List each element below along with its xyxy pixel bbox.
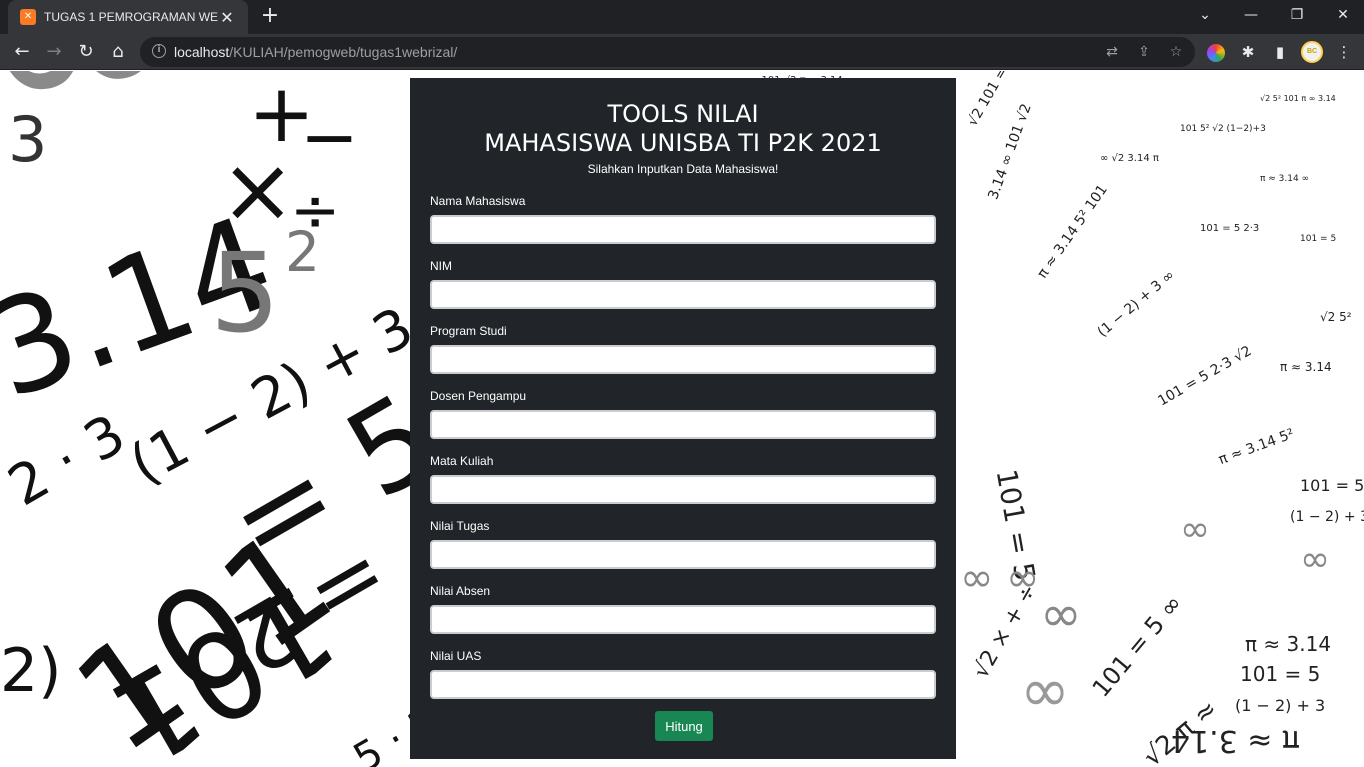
svg-text:101 5² √2 (1−2)+3: 101 5² √2 (1−2)+3 — [1180, 123, 1266, 134]
svg-text:2): 2) — [0, 636, 62, 706]
svg-text:∞: ∞ — [1300, 539, 1330, 580]
minimize-button[interactable]: — — [1228, 4, 1274, 30]
dosen-pengampu-input[interactable] — [430, 410, 936, 439]
nama-mahasiswa-label: Nama Mahasiswa — [430, 194, 526, 208]
translate-icon[interactable]: ⇄ — [1102, 42, 1122, 62]
nilai-uas-label: Nilai UAS — [430, 649, 482, 663]
nilai-absen-input[interactable] — [430, 605, 936, 634]
nilai-absen-label: Nilai Absen — [430, 584, 491, 598]
svg-text:∞ √2 3.14 π: ∞ √2 3.14 π — [1100, 153, 1159, 164]
nilai-uas-input[interactable] — [430, 670, 936, 699]
svg-text:∞: ∞ — [0, 71, 200, 184]
nilai-tugas-input[interactable] — [430, 540, 936, 569]
svg-text:√2 5² 101 π ∞ 3.14: √2 5² 101 π ∞ 3.14 — [1260, 94, 1336, 103]
extensions-puzzle-icon[interactable]: ✱ — [1238, 42, 1258, 62]
back-button[interactable]: ← — [10, 40, 34, 64]
svg-text:101 = 5 ∞: 101 = 5 ∞ — [1087, 589, 1188, 702]
dosen-pengampu-label: Dosen Pengampu — [430, 389, 527, 403]
browser-toolbar: ← → ↻ ⌂ i localhost/KULIAH/pemogweb/tuga… — [0, 34, 1364, 70]
browser-menu-icon[interactable]: ⋮ — [1334, 42, 1354, 62]
svg-text:∞: ∞ — [1040, 585, 1082, 643]
form-title-line1: TOOLS NILAI — [607, 100, 759, 128]
share-icon[interactable]: ⇪ — [1134, 42, 1154, 62]
svg-text:3.14 ∞ 101 √2: 3.14 ∞ 101 √2 — [985, 102, 1034, 202]
new-tab-button[interactable]: + — [258, 5, 282, 29]
url-text[interactable]: localhost/KULIAH/pemogweb/tugas1webrizal… — [174, 44, 457, 60]
svg-text:π ≈ 3.14: π ≈ 3.14 — [1245, 632, 1331, 656]
browser-tab[interactable]: ✕ TUGAS 1 PEMROGRAMAN WEB ✕ — [8, 0, 248, 34]
svg-text:(1 − 2) + 3: (1 − 2) + 3 — [1235, 696, 1325, 715]
nim-label: NIM — [430, 259, 452, 273]
forward-button[interactable]: → — [42, 40, 66, 64]
svg-text:∞: ∞ — [1180, 509, 1210, 550]
address-bar[interactable]: i localhost/KULIAH/pemogweb/tugas1webriz… — [140, 37, 1195, 67]
tab-strip: ✕ TUGAS 1 PEMROGRAMAN WEB ✕ + ⌄ — ❐ ✕ — [0, 0, 1364, 34]
hitung-button[interactable]: Hitung — [655, 711, 713, 741]
tab-title: TUGAS 1 PEMROGRAMAN WEB — [44, 10, 218, 24]
restore-button[interactable]: ❐ — [1274, 4, 1320, 30]
svg-text:101 = 5 2·3: 101 = 5 2·3 — [1200, 223, 1259, 234]
svg-text:(1 − 2) + 3: (1 − 2) + 3 — [1290, 509, 1364, 525]
svg-text:2: 2 — [285, 220, 320, 284]
svg-text:π ≈ 3.14 5² 101: π ≈ 3.14 5² 101 — [1034, 182, 1110, 282]
form-title-line2: MAHASISWA UNISBA TI P2K 2021 — [484, 129, 882, 157]
svg-text:(1 − 2) + 3 ∞: (1 − 2) + 3 ∞ — [1095, 267, 1178, 340]
color-extension-icon[interactable] — [1207, 44, 1225, 62]
svg-text:101 = 5: 101 = 5 — [1300, 476, 1364, 495]
nim-input[interactable] — [430, 280, 936, 309]
grade-form-card: TOOLS NILAI MAHASISWA UNISBA TI P2K 2021… — [410, 78, 956, 759]
url-path: /KULIAH/pemogweb/tugas1webrizal/ — [229, 44, 458, 60]
mata-kuliah-input[interactable] — [430, 475, 936, 504]
program-studi-label: Program Studi — [430, 324, 507, 338]
svg-text:∞: ∞ — [1020, 656, 1070, 726]
svg-text:π ≈ 3.14 5²: π ≈ 3.14 5² — [1216, 426, 1296, 468]
close-tab-icon[interactable]: ✕ — [218, 8, 236, 27]
bookmark-star-icon[interactable]: ☆ — [1166, 42, 1186, 62]
mata-kuliah-label: Mata Kuliah — [430, 454, 494, 468]
profile-avatar[interactable]: BC — [1301, 41, 1323, 63]
form-title: TOOLS NILAI MAHASISWA UNISBA TI P2K 2021 — [410, 100, 956, 158]
side-panel-icon[interactable]: ▮ — [1270, 42, 1290, 62]
reload-button[interactable]: ↻ — [74, 40, 98, 64]
tab-search-icon[interactable]: ⌄ — [1182, 4, 1228, 30]
svg-text:101 = 5 2·3 √2: 101 = 5 2·3 √2 — [1155, 343, 1254, 409]
svg-text:√2 5²: √2 5² — [1320, 310, 1352, 324]
xampp-icon: ✕ — [20, 9, 36, 25]
url-host: localhost — [174, 44, 230, 60]
form-subtitle: Silahkan Inputkan Data Mahasiswa! — [587, 162, 779, 176]
program-studi-input[interactable] — [430, 345, 936, 374]
page-viewport: 3 ∞ + − × ÷ 3.14 5 2 (1 − 2) + 3 2 · 3 1… — [0, 71, 1364, 767]
close-window-button[interactable]: ✕ — [1320, 4, 1364, 30]
svg-text:π ≈ 3.14 ∞: π ≈ 3.14 ∞ — [1260, 174, 1309, 184]
site-info-icon[interactable]: i — [152, 44, 166, 58]
svg-text:−: − — [300, 96, 359, 178]
home-button[interactable]: ⌂ — [106, 40, 130, 64]
nama-mahasiswa-input[interactable] — [430, 215, 936, 244]
svg-text:101 = 5: 101 = 5 — [1300, 234, 1336, 244]
svg-text:5: 5 — [210, 229, 280, 357]
nilai-tugas-label: Nilai Tugas — [430, 519, 490, 533]
svg-text:101 = 5: 101 = 5 — [1240, 662, 1320, 686]
svg-text:π ≈ 3.14: π ≈ 3.14 — [1280, 360, 1332, 374]
